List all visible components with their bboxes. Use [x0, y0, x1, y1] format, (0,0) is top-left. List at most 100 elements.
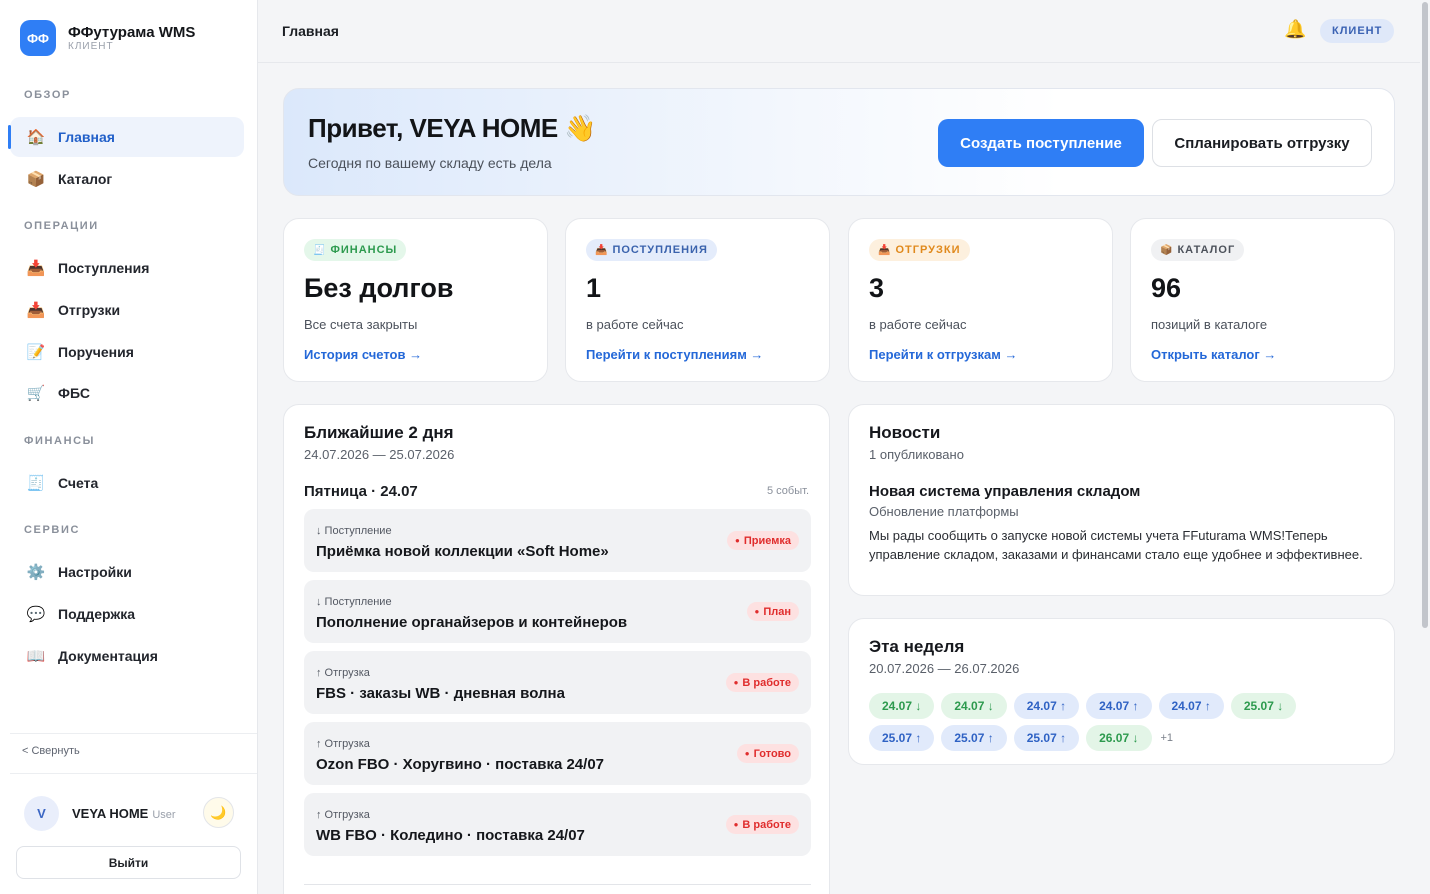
sidebar-item-assignments[interactable]: 📝 Поручения	[10, 332, 244, 372]
scrollbar[interactable]	[1420, 0, 1430, 894]
plan-shipment-button[interactable]: Спланировать отгрузку	[1152, 119, 1372, 167]
speech-bubble-icon: 💬	[26, 606, 46, 623]
section-title-operations: ОПЕРАЦИИ	[24, 220, 99, 232]
event-title: FBS · заказы WB · дневная волна	[316, 685, 565, 702]
week-panel: Эта неделя 20.07.2026 — 26.07.2026 24.07…	[848, 618, 1395, 765]
event-chip[interactable]: 25.07 ↑	[1013, 725, 1080, 751]
stat-card-finance: 🧾 ФИНАНСЫ Без долгов Все счета закрыты Ис…	[283, 218, 548, 382]
cart-icon: 🛒	[26, 385, 46, 402]
panel-title: Ближайшие 2 дня	[304, 423, 454, 442]
bell-icon[interactable]: 🔔	[1284, 19, 1306, 40]
event-chip[interactable]: 24.07 ↓	[941, 693, 1007, 719]
book-icon: 📖	[26, 648, 46, 665]
stat-badge: 📦 КАТАЛОГ	[1151, 239, 1245, 261]
status-badge: В работе	[725, 815, 799, 834]
welcome-title: Привет, VEYA HOME 👋	[308, 113, 597, 143]
status-badge: План	[746, 602, 799, 621]
week-event-chips: 24.07 ↓ 24.07 ↓ 24.07 ↑ 24.07 ↑ 24.07 ↑ …	[869, 693, 1369, 757]
user-name-text: VEYA HOME	[72, 806, 149, 821]
sidebar-item-shipments[interactable]: 📥 Отгрузки	[10, 290, 244, 330]
scrollbar-thumb[interactable]	[1422, 2, 1428, 628]
page-title: Главная	[282, 23, 339, 39]
avatar[interactable]: V	[24, 796, 59, 831]
panel-title: Новости	[869, 423, 941, 442]
go-to-shipments-link[interactable]: Перейти к отгрузкам →	[869, 347, 1017, 362]
event-chip[interactable]: 24.07 ↑	[1158, 693, 1224, 719]
event-type: ↓ Поступление	[316, 596, 392, 608]
moon-icon: 🌙	[210, 804, 227, 820]
sidebar-item-fbs[interactable]: 🛒 ФБС	[10, 373, 244, 413]
sidebar-item-label: Поступления	[58, 260, 150, 276]
sidebar: ФФ ФФутурама WMS КЛИЕНТ ОБЗОР 🏠 Главная …	[0, 0, 258, 894]
divider	[10, 773, 257, 774]
sidebar-item-settings[interactable]: ⚙️ Настройки	[10, 552, 244, 592]
stat-caption: в работе сейчас	[586, 317, 684, 332]
sidebar-item-label: Каталог	[58, 171, 113, 187]
stat-badge: 📥 ОТГРУЗКИ	[869, 239, 970, 261]
news-item-title[interactable]: Новая система управления складом	[869, 483, 1140, 500]
home-icon: 🏠	[26, 129, 46, 146]
news-panel: Новости 1 опубликовано Новая система упр…	[848, 404, 1395, 596]
event-chip[interactable]: 25.07 ↓	[1230, 693, 1297, 719]
stat-card-receipts: 📥 ПОСТУПЛЕНИЯ 1 в работе сейчас Перейти к…	[565, 218, 830, 382]
event-type: ↑ Отгрузка	[316, 738, 370, 750]
stat-value: Без долгов	[304, 273, 454, 303]
event-title: Пополнение органайзеров и контейнеров	[316, 614, 628, 631]
status-badge: Приемка	[727, 531, 799, 550]
event-chip[interactable]: 24.07 ↑	[1086, 693, 1152, 719]
sidebar-item-docs[interactable]: 📖 Документация	[10, 636, 244, 676]
section-title-overview: ОБЗОР	[24, 89, 71, 101]
sidebar-item-receipts[interactable]: 📥 Поступления	[10, 248, 244, 288]
more-events-count[interactable]: +1	[1161, 725, 1174, 751]
list-item[interactable]: ↑ Отгрузка FBS · заказы WB · дневная вол…	[304, 651, 811, 714]
sidebar-item-home[interactable]: 🏠 Главная	[8, 117, 244, 157]
sidebar-item-invoices[interactable]: 🧾 Счета	[10, 463, 244, 503]
sidebar-item-label: Главная	[58, 129, 115, 145]
open-catalog-link[interactable]: Открыть каталог →	[1151, 347, 1276, 362]
go-to-receipts-link[interactable]: Перейти к поступлениям →	[586, 347, 763, 362]
stat-value: 3	[869, 273, 885, 303]
logout-button[interactable]: Выйти	[16, 846, 241, 879]
list-item[interactable]: ↑ Отгрузка Ozon FBO · Хоругвино · постав…	[304, 722, 811, 785]
brand[interactable]: ФФ ФФутурама WMS КЛИЕНТ	[20, 20, 195, 56]
sidebar-item-support[interactable]: 💬 Поддержка	[10, 594, 244, 634]
event-count: 5 событ.	[767, 485, 809, 497]
event-type: ↑ Отгрузка	[316, 809, 370, 821]
sidebar-item-label: Отгрузки	[58, 302, 121, 318]
stat-badge-label: ПОСТУПЛЕНИЯ	[612, 244, 708, 256]
stat-caption: Все счета закрыты	[304, 317, 418, 332]
topbar: Главная 🔔 КЛИЕНТ	[258, 0, 1420, 63]
list-item[interactable]: ↓ Поступление Пополнение органайзеров и …	[304, 580, 811, 643]
invoice-history-link[interactable]: История счетов →	[304, 347, 422, 362]
event-chip[interactable]: 26.07 ↓	[1086, 725, 1152, 751]
stat-badge-label: ОТГРУЗКИ	[895, 244, 961, 256]
collapse-sidebar-button[interactable]: < Свернуть	[22, 745, 80, 757]
brand-name: ФФутурама WMS	[68, 24, 196, 41]
event-chip[interactable]: 25.07 ↑	[941, 725, 1007, 751]
event-chip[interactable]: 25.07 ↑	[869, 725, 935, 751]
sidebar-item-label: Поддержка	[58, 606, 136, 622]
event-chip[interactable]: 24.07 ↑	[1013, 693, 1080, 719]
event-type: ↓ Поступление	[316, 525, 392, 537]
stat-badge-label: ФИНАНСЫ	[330, 244, 398, 256]
list-item[interactable]: ↑ Отгрузка WB FBO · Коледино · поставка …	[304, 793, 811, 856]
day-heading: Пятница · 24.07	[304, 483, 418, 500]
outbox-tray-icon: 📥	[878, 244, 892, 256]
stat-badge-label: КАТАЛОГ	[1177, 244, 1236, 256]
gear-icon: ⚙️	[26, 564, 46, 581]
event-chip[interactable]: 24.07 ↓	[869, 693, 935, 719]
create-receipt-button[interactable]: Создать поступление	[938, 119, 1144, 167]
list-item[interactable]: ↓ Поступление Приёмка новой коллекции «S…	[304, 509, 811, 572]
divider	[304, 884, 811, 885]
section-title-service: СЕРВИС	[24, 524, 81, 536]
theme-toggle-button[interactable]: 🌙	[203, 797, 234, 828]
user-name: VEYA HOME User	[72, 806, 176, 821]
sidebar-item-catalog[interactable]: 📦 Каталог	[10, 159, 244, 199]
status-badge: В работе	[725, 673, 799, 692]
stat-badge: 🧾 ФИНАНСЫ	[304, 239, 407, 261]
sidebar-item-label: ФБС	[58, 385, 90, 401]
event-type: ↑ Отгрузка	[316, 667, 370, 679]
memo-icon: 📝	[26, 344, 46, 361]
user-role: User	[152, 809, 176, 821]
sidebar-item-label: Поручения	[58, 344, 134, 360]
